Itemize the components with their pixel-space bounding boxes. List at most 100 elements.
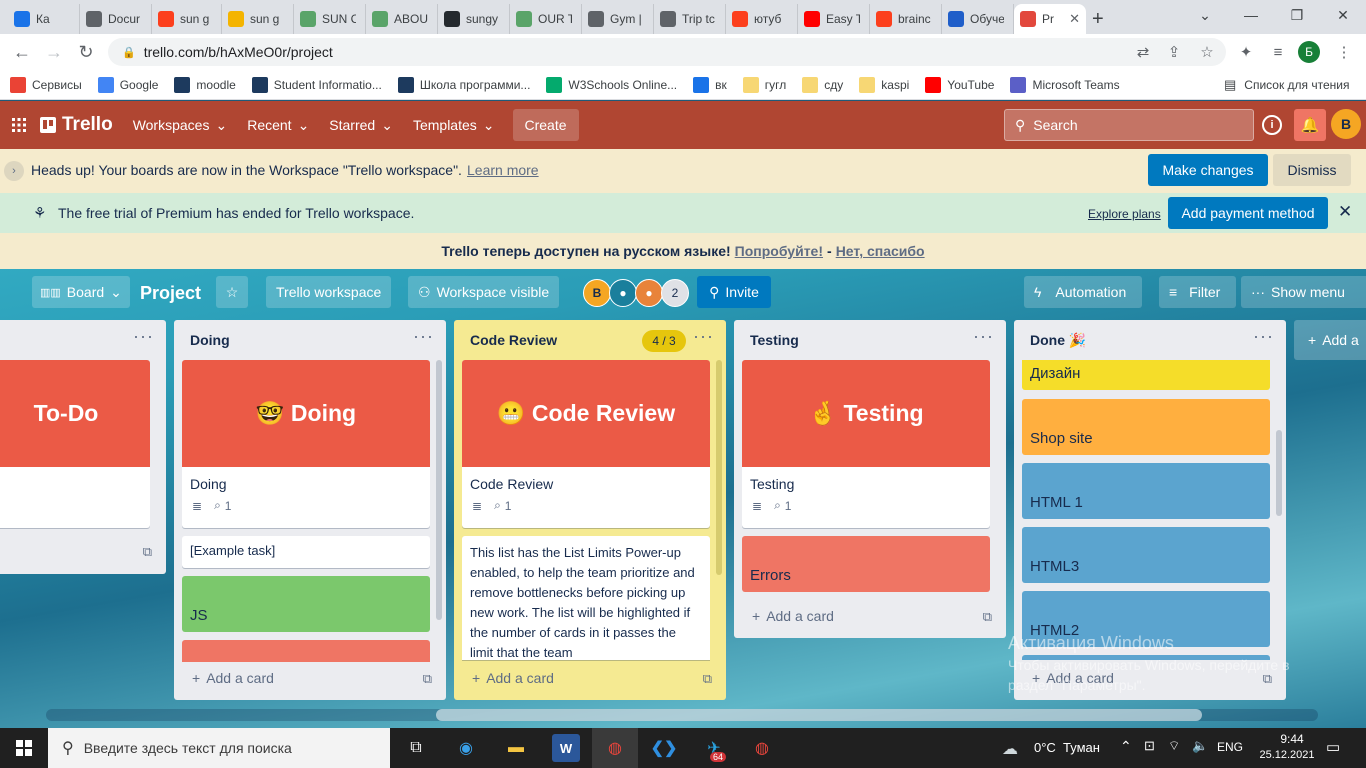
card-template-icon[interactable]: ⧉ [143, 544, 152, 560]
card-testing[interactable]: 🤞 Testing Testing ≣ ⌕ 1 [742, 360, 990, 528]
network-icon[interactable]: ⊡ [1144, 738, 1155, 754]
vscode-icon[interactable]: ❮❯ [650, 734, 678, 762]
trello-logo[interactable]: Trello [34, 109, 123, 141]
card-template-icon[interactable]: ⧉ [983, 609, 992, 625]
card-code-review[interactable]: 😬 Code Review Code Review ≣ ⌕ 1 [462, 360, 710, 528]
list-scrollbar[interactable] [436, 360, 442, 620]
templates-menu[interactable]: Templates ⌄ [403, 109, 505, 141]
bookmark-item[interactable]: гугл [742, 76, 786, 93]
browser-tab[interactable]: sun g [152, 4, 222, 34]
search-input[interactable]: ⚲ Search [1004, 109, 1254, 141]
list-menu-icon[interactable]: ··· [693, 326, 714, 347]
workspace-button[interactable]: Trello workspace [266, 276, 392, 308]
browser-tab[interactable]: SUN C [294, 4, 366, 34]
user-avatar[interactable]: B [1331, 109, 1361, 139]
list-scrollbar[interactable] [716, 360, 722, 575]
notification-center-icon[interactable]: ▭ [1326, 738, 1340, 756]
list-menu-icon[interactable]: ··· [973, 326, 994, 347]
show-menu-button[interactable]: ··· Show menu [1241, 276, 1366, 308]
add-list-button[interactable]: + Add a [1294, 320, 1366, 360]
card-todo[interactable]: To-Do [0, 360, 150, 528]
extensions-icon[interactable]: ✦ [1236, 42, 1256, 62]
card-html3[interactable]: HTML3 [1022, 527, 1270, 583]
dismiss-button[interactable]: Dismiss [1273, 154, 1351, 186]
more-icon[interactable]: ⋮ [1334, 42, 1354, 62]
forward-icon[interactable]: → [38, 36, 70, 68]
back-icon[interactable]: ← [6, 36, 38, 68]
browser-tab[interactable]: sungy [438, 4, 510, 34]
add-card-button[interactable]: + Add a card [752, 608, 834, 624]
file-explorer-icon[interactable]: ▬ [502, 734, 530, 762]
bookmark-item[interactable]: Школа программи... [397, 76, 530, 93]
bookmark-item[interactable]: W3Schools Online... [546, 76, 677, 93]
starred-menu[interactable]: Starred ⌄ [319, 109, 403, 141]
card-template-icon[interactable]: ⧉ [423, 671, 432, 687]
browser-tab[interactable]: Ка [8, 4, 80, 34]
bookmark-item[interactable]: Google [97, 76, 158, 93]
make-changes-button[interactable]: Make changes [1148, 154, 1268, 186]
minimize-icon[interactable]: — [1228, 0, 1274, 30]
add-card-button[interactable]: + Add a card [192, 670, 274, 686]
visibility-button[interactable]: ⚇ Workspace visible [408, 276, 560, 308]
list-scrollbar[interactable] [1276, 430, 1282, 516]
board-view-switcher[interactable]: ▥▥ Board ⌄ [32, 276, 130, 308]
chrome-icon[interactable]: ◍ [601, 734, 629, 762]
profile-avatar[interactable]: Б [1298, 41, 1320, 63]
translate-icon[interactable]: ⇄ [1133, 42, 1153, 62]
browser-tab[interactable]: brainc [870, 4, 942, 34]
clock-time[interactable]: 9:44 [1262, 732, 1322, 746]
browser-tab[interactable]: Docur [80, 4, 152, 34]
bookmark-item[interactable]: moodle [174, 76, 236, 93]
member-avatar-photo[interactable]: ● [635, 279, 663, 307]
browser-tab[interactable]: ютуб [726, 4, 798, 34]
close-window-icon[interactable]: ✕ [1320, 0, 1366, 30]
add-payment-method-button[interactable]: Add payment method [1168, 197, 1328, 229]
taskbar-search-input[interactable]: ⚲ Введите здесь текст для поиска [48, 728, 390, 768]
browser-tab[interactable]: Easy T [798, 4, 870, 34]
card-partial[interactable] [182, 640, 430, 662]
card-shop-site[interactable]: Shop site [1022, 399, 1270, 455]
reload-icon[interactable]: ↻ [70, 36, 102, 68]
expand-sidebar-icon[interactable]: › [4, 161, 24, 181]
workspaces-menu[interactable]: Workspaces ⌄ [123, 109, 238, 141]
volume-icon[interactable]: 🔈 [1192, 738, 1208, 754]
member-avatar-photo[interactable]: ● [609, 279, 637, 307]
card-design[interactable]: Дизайн [1022, 360, 1270, 390]
tray-chevron-icon[interactable]: ⌃ [1120, 738, 1132, 755]
url-field[interactable]: 🔒 trello.com/b/hAxMeO0r/project [108, 38, 1226, 66]
browser-tab[interactable]: OUR T [510, 4, 582, 34]
bookmark-item[interactable]: Student Informatio... [251, 76, 382, 93]
browser-tab[interactable]: ABOU [366, 4, 438, 34]
browser-tab[interactable]: Обуче [942, 4, 1014, 34]
list-title[interactable]: Code Review [470, 332, 557, 348]
weather-text[interactable]: 0°C Туман [1034, 740, 1100, 755]
members-count[interactable]: 2 [661, 279, 689, 307]
reading-list[interactable]: ▤ Список для чтения [1224, 77, 1350, 93]
share-icon[interactable]: ⇪ [1164, 42, 1184, 62]
new-tab-button[interactable]: + [1086, 4, 1120, 34]
automation-button[interactable]: ϟ Automation [1024, 276, 1142, 308]
card-template-icon[interactable]: ⧉ [703, 671, 712, 687]
list-title[interactable]: Doing [190, 332, 230, 348]
recent-menu[interactable]: Recent ⌄ [237, 109, 319, 141]
list-title[interactable]: Done 🎉 [1030, 332, 1086, 349]
word-icon[interactable]: W [552, 734, 580, 762]
bookmark-item[interactable]: вк [693, 76, 727, 93]
language-indicator[interactable]: ENG [1217, 740, 1243, 754]
list-menu-icon[interactable]: ··· [1253, 326, 1274, 347]
list-title[interactable]: Testing [750, 332, 799, 348]
info-icon[interactable]: i [1262, 115, 1282, 135]
bookmark-item[interactable]: сду [802, 76, 843, 93]
wifi-icon[interactable]: ⌔ [1168, 738, 1180, 754]
explore-plans-link[interactable]: Explore plans [1088, 207, 1161, 221]
edge-icon[interactable]: ◉ [452, 734, 480, 762]
close-tab-icon[interactable]: ✕ [1069, 11, 1080, 27]
bookmark-item[interactable]: kaspi [859, 76, 909, 93]
list-menu-icon[interactable]: ··· [413, 326, 434, 347]
board-scrollbar-thumb[interactable] [436, 709, 1202, 721]
filter-button[interactable]: ≡ Filter [1159, 276, 1236, 308]
card-list-limits-info[interactable]: This list has the List Limits Power-up e… [462, 536, 710, 660]
media-icon[interactable]: ≡ [1268, 42, 1288, 62]
card-template-icon[interactable]: ⧉ [1263, 671, 1272, 687]
card-html-1[interactable]: HTML 1 [1022, 463, 1270, 519]
